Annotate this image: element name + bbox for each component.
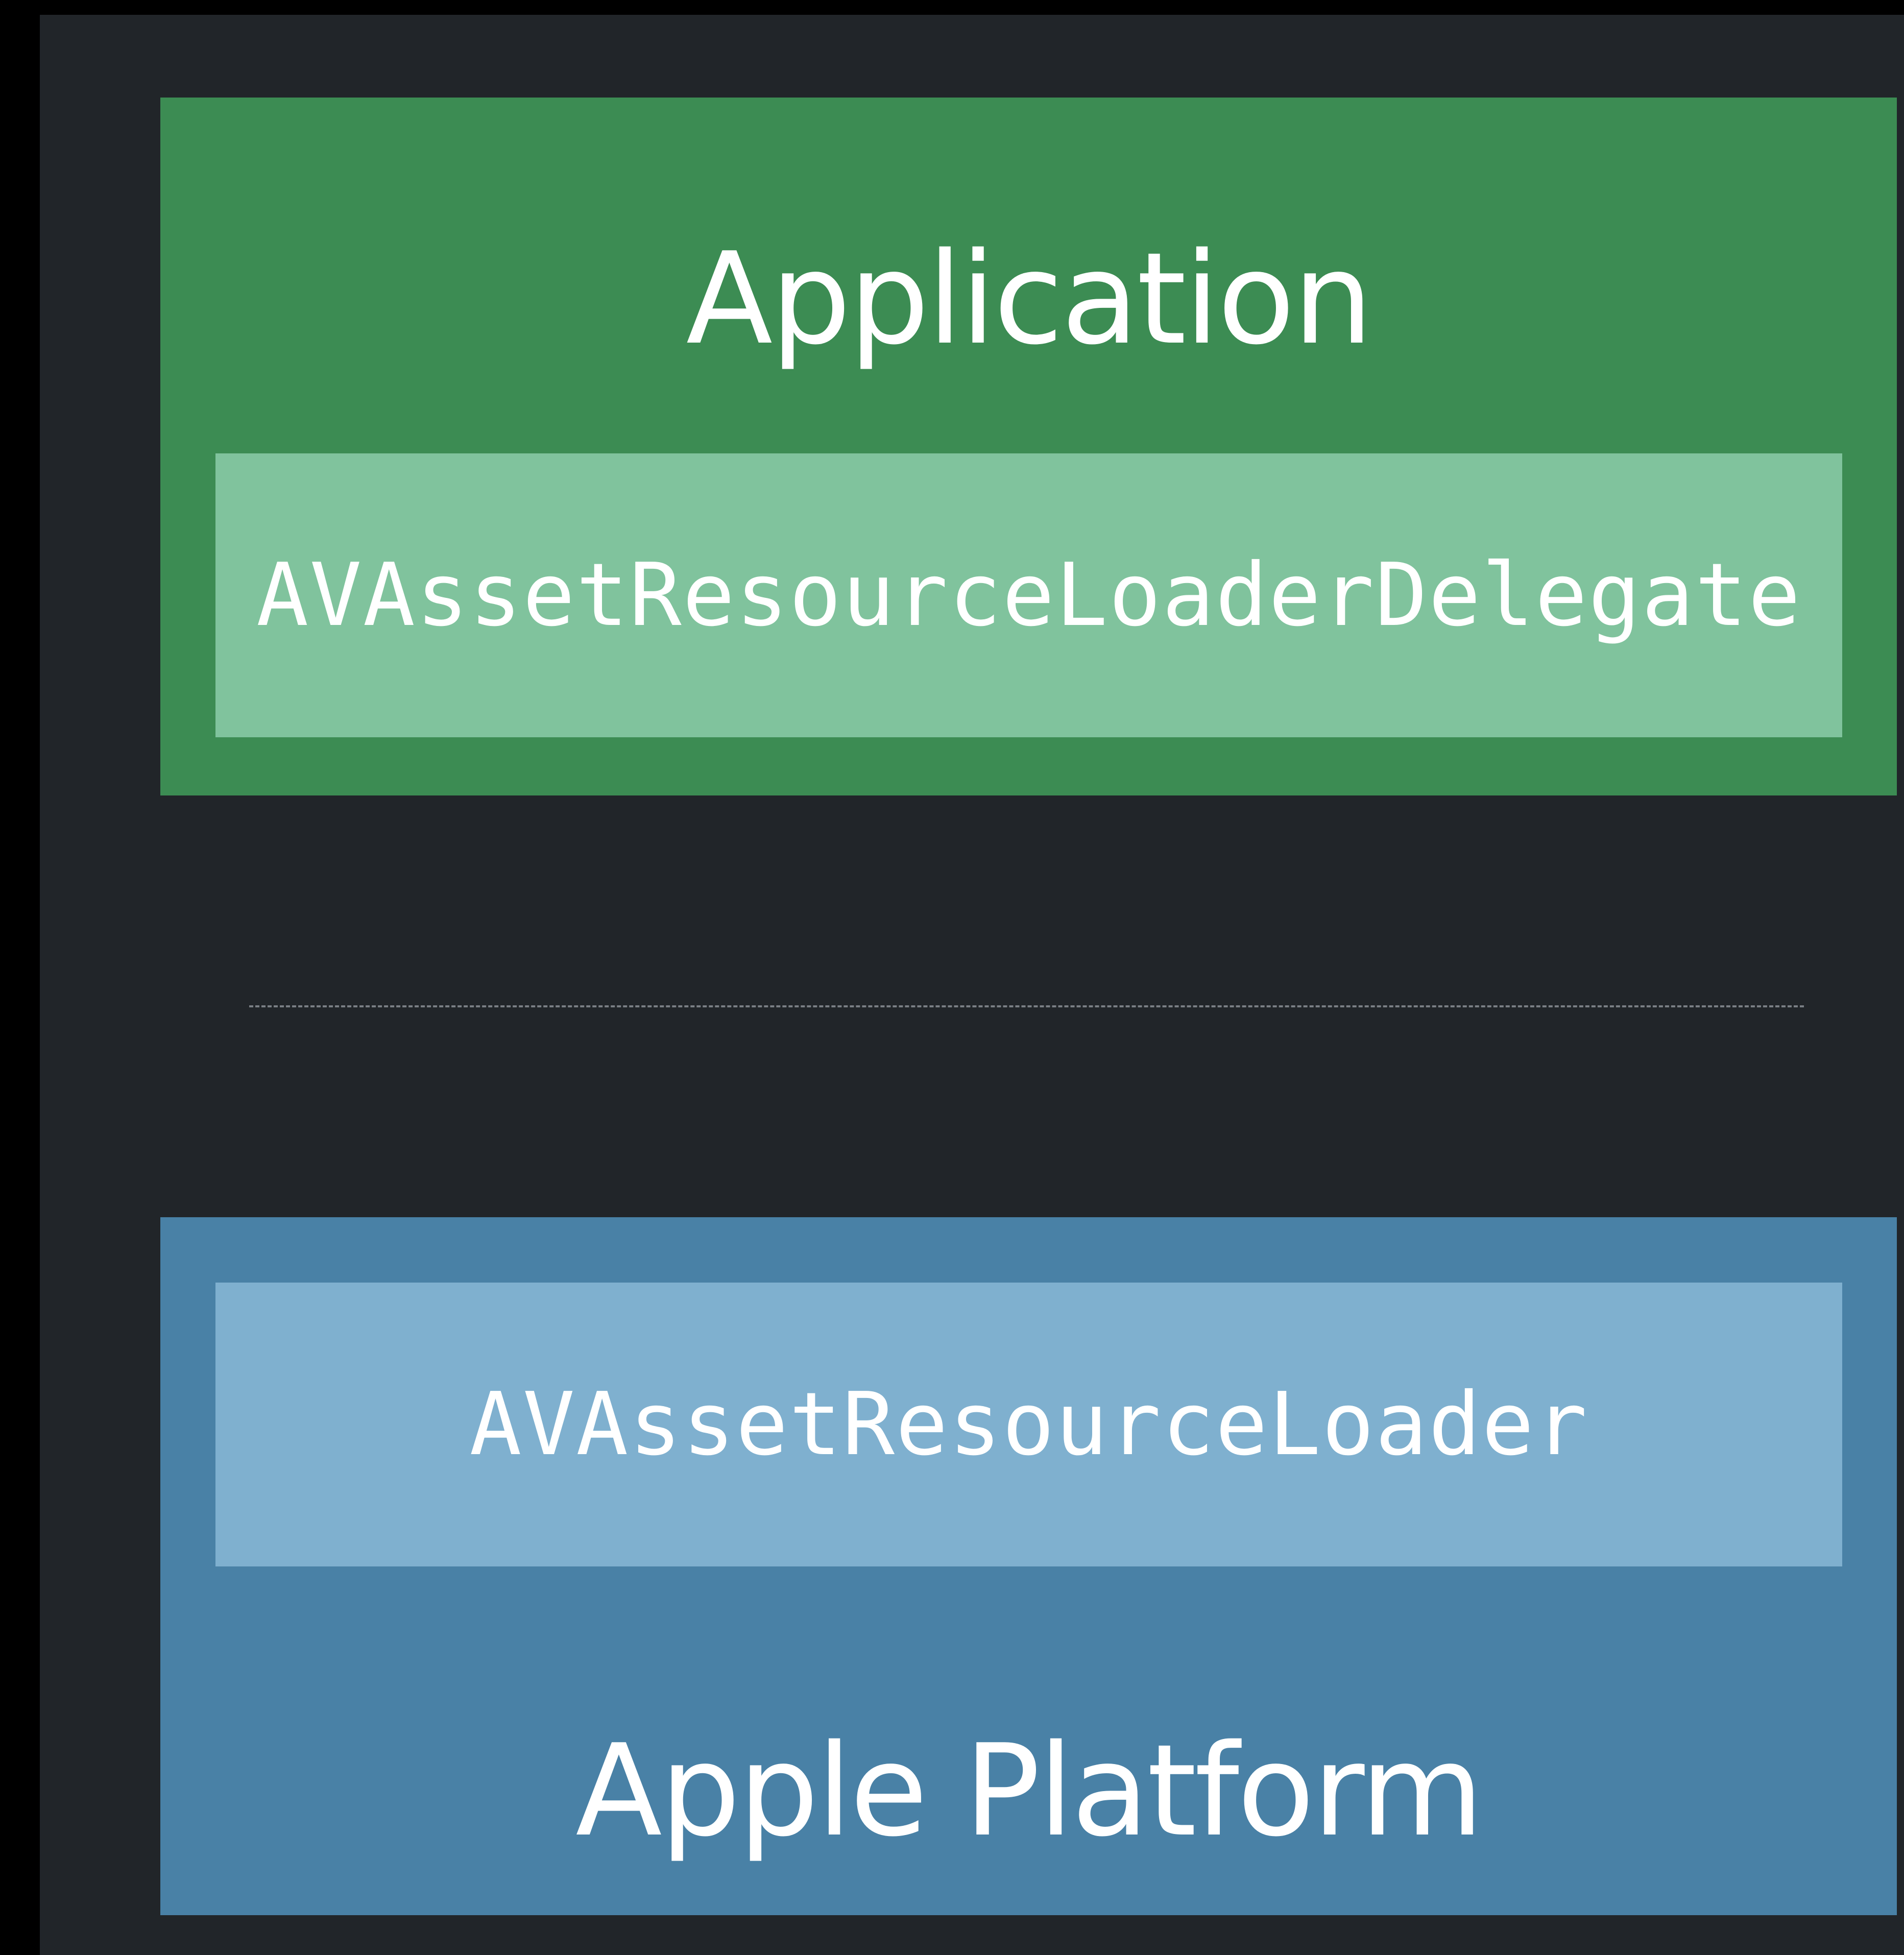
application-layer-title: Application (686, 226, 1373, 373)
resource-loader-label: AVAssetResourceLoader (469, 1374, 1588, 1475)
diagram-panel: Application AVAssetResourceLoaderDelegat… (40, 15, 1904, 1955)
resource-loader-delegate-label: AVAssetResourceLoaderDelegate (256, 545, 1802, 646)
resource-loader-box: AVAssetResourceLoader (215, 1283, 1842, 1566)
diagram-frame: Application AVAssetResourceLoaderDelegat… (0, 0, 1904, 1955)
application-layer: Application AVAssetResourceLoaderDelegat… (160, 98, 1897, 795)
apple-platform-layer-title: Apple Platform (575, 1718, 1484, 1865)
apple-platform-layer: AVAssetResourceLoader Apple Platform (160, 1217, 1897, 1915)
resource-loader-delegate-box: AVAssetResourceLoaderDelegate (215, 453, 1842, 737)
layer-boundary-dashed-line (249, 1005, 1804, 1007)
